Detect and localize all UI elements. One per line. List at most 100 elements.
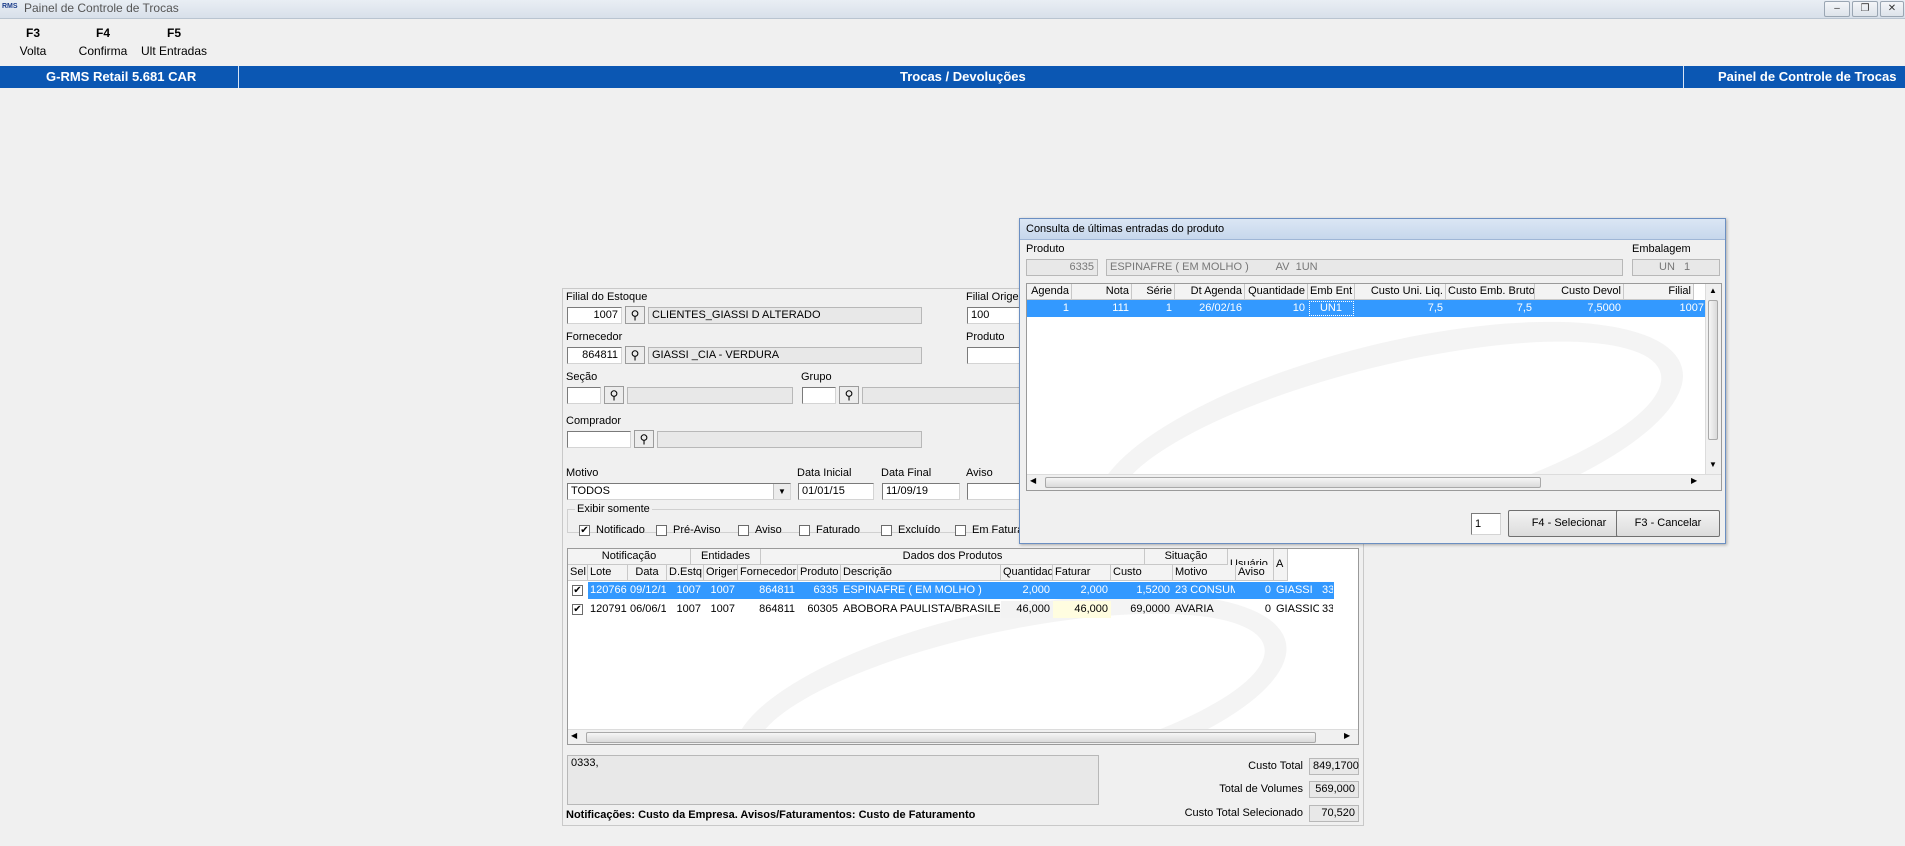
data-inicial-input[interactable]: 01/01/15 [798,483,874,500]
em-fatura-checkbox[interactable] [955,525,966,536]
col-fornecedor[interactable]: Fornecedor [738,565,798,581]
col-filial[interactable]: Filial [1624,284,1694,300]
table-row[interactable]: ✔ 1207913 06/06/19 1007 1007 864811 6030… [568,601,1333,618]
col-serie[interactable]: Série [1132,284,1175,300]
col-custo-devol[interactable]: Custo Devol [1535,284,1624,300]
scroll-right-icon[interactable]: ▶ [1344,731,1350,740]
col-custo-emb-bruto[interactable]: Custo Emb. Bruto [1446,284,1535,300]
col-aviso[interactable]: Aviso [1236,565,1274,581]
table-row[interactable]: 1 111 1 26/02/16 10 UN1 7,5 7,5 7,5000 1… [1027,300,1707,317]
cell-usuario: GIASSI [1274,582,1320,599]
binoculars-icon[interactable]: ⚲ [634,430,654,448]
col-quantidade[interactable]: Quantidade [1001,565,1053,581]
custo-total-label: Custo Total [1248,760,1303,772]
col-a[interactable]: A [1274,549,1288,581]
col-produto[interactable]: Produto [798,565,841,581]
col-faturar[interactable]: Faturar [1053,565,1111,581]
volta-button[interactable]: F3 Volta [8,26,58,58]
scroll-thumb[interactable] [1708,300,1718,440]
col-agenda[interactable]: Agenda [1027,284,1072,300]
notificado-checkbox[interactable]: ✔ [579,525,590,536]
minimize-icon[interactable]: – [1824,1,1850,17]
selecionar-button[interactable]: F4 - Selecionar [1508,510,1630,537]
col-origem[interactable]: Origem [704,565,738,581]
volta-label: Volta [19,44,47,58]
horizontal-scrollbar[interactable]: ◀ ▶ [568,729,1358,744]
col-quantidade[interactable]: Quantidade [1245,284,1308,300]
table-row[interactable]: ✔ 1207668 09/12/15 1007 1007 864811 6335… [568,582,1334,599]
pre-aviso-checkbox[interactable] [656,525,667,536]
binoculars-icon[interactable]: ⚲ [604,386,624,404]
col-lote[interactable]: Lote [588,565,628,581]
custo-note: Notificações: Custo da Empresa. Avisos/F… [566,809,976,821]
ult-entradas-label: Ult Entradas [140,44,208,58]
cell-fornecedor: 864811 [759,603,795,615]
binoculars-icon[interactable]: ⚲ [625,306,645,324]
filial-estoque-name: CLIENTES_GIASSI D ALTERADO [648,307,922,324]
horizontal-scrollbar[interactable]: ◀ ▶ [1027,474,1721,490]
col-custo[interactable]: Custo [1111,565,1173,581]
ult-entradas-key: F5 [166,26,181,40]
close-icon[interactable]: ✕ [1880,1,1904,17]
group-notificacao: Notificação [568,549,691,565]
col-emb-ent[interactable]: Emb Ent [1308,284,1355,300]
cell-quantidade: 46,000 [1001,601,1053,618]
group-situacao: Situação [1145,549,1228,565]
col-dt-agenda[interactable]: Dt Agenda [1175,284,1245,300]
fornecedor-code[interactable]: 864811 [567,347,622,364]
scroll-thumb[interactable] [1045,477,1541,488]
cancelar-button[interactable]: F3 - Cancelar [1616,510,1720,537]
binoculars-icon[interactable]: ⚲ [839,386,859,404]
group-dados-produtos: Dados dos Produtos [761,549,1145,565]
scroll-right-icon[interactable]: ▶ [1691,476,1697,485]
row-select-checkbox[interactable]: ✔ [572,584,583,596]
cell-origem: 1007 [704,582,738,599]
scroll-left-icon[interactable]: ◀ [1030,476,1036,485]
col-descricao[interactable]: Descrição [841,565,1001,581]
em-fatura-label: Em Fatura [972,524,1024,536]
col-destq[interactable]: D.Estq [667,565,704,581]
dialog-page-input[interactable]: 1 [1471,513,1501,535]
row-select-cell[interactable]: ✔ [568,601,588,618]
aviso-input[interactable] [967,483,1022,500]
scroll-thumb[interactable] [586,732,1316,743]
cell-serie: 1 [1132,300,1175,317]
vertical-scrollbar[interactable]: ▲ ▼ [1705,284,1721,474]
cell-faturar[interactable]: 46,000 [1053,601,1111,618]
row-select-checkbox[interactable]: ✔ [572,603,583,615]
comprador-label: Comprador [566,415,622,427]
row-select-cell[interactable]: ✔ [568,582,588,599]
col-custo-uni-liq[interactable]: Custo Uni. Liq. [1355,284,1446,300]
cell-origem: 1007 [710,603,735,615]
cell-lote: 1207668 [588,582,628,599]
restore-icon[interactable]: ❐ [1852,1,1878,17]
binoculars-icon[interactable]: ⚲ [625,346,645,364]
produto-input[interactable] [967,347,1022,364]
custo-total-value: 849,1700 [1309,758,1359,775]
data-final-input[interactable]: 11/09/19 [882,483,960,500]
aviso-checkbox[interactable] [738,525,749,536]
filial-origem-input[interactable]: 100 [967,307,1022,324]
filial-estoque-code[interactable]: 1007 [567,307,622,324]
excluido-checkbox[interactable] [881,525,892,536]
col-nota[interactable]: Nota [1072,284,1132,300]
confirma-button[interactable]: F4 Confirma [72,26,134,58]
comprador-input[interactable] [567,431,631,448]
cell-emb-ent: UN1 [1308,300,1355,317]
col-sel[interactable]: Sel [568,565,588,581]
faturado-checkbox[interactable] [799,525,810,536]
grupo-label: Grupo [801,371,832,383]
chevron-down-icon[interactable]: ▼ [773,484,790,499]
col-data[interactable]: Data [628,565,667,581]
col-motivo[interactable]: Motivo [1173,565,1236,581]
grupo-input[interactable] [802,387,836,404]
scroll-down-icon[interactable]: ▼ [1709,460,1717,469]
ultimas-entradas-dialog: Consulta de últimas entradas do produto … [1019,218,1726,544]
scroll-up-icon[interactable]: ▲ [1709,286,1717,295]
observacao-memo[interactable]: 0333, [567,755,1099,805]
scroll-left-icon[interactable]: ◀ [571,731,577,740]
comprador-name [657,431,922,448]
motivo-select[interactable]: TODOS ▼ [567,483,791,500]
secao-input[interactable] [567,387,601,404]
ult-entradas-button[interactable]: F5 Ult Entradas [136,26,212,58]
